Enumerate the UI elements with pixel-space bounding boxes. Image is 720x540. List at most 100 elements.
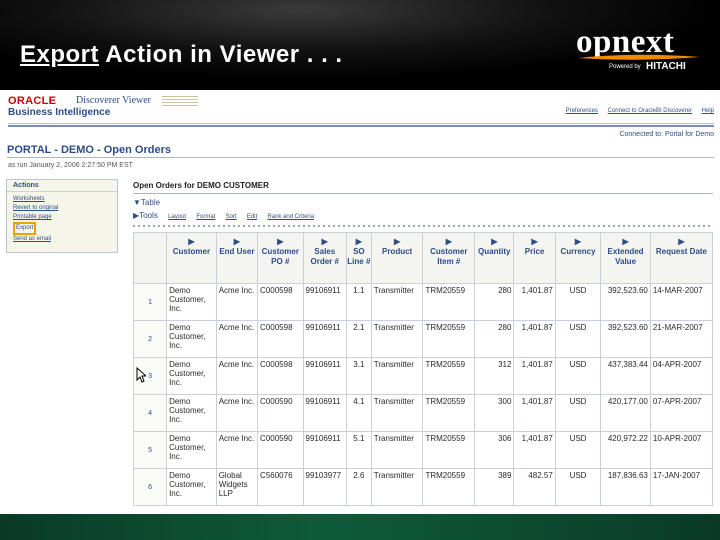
column-header[interactable]: ▶ Sales Order # [302,232,347,284]
product-subtitle: Business Intelligence [8,107,111,118]
tool-rank-link[interactable]: Rank and Criteria [267,214,314,220]
divider [8,125,714,127]
sort-triangle-icon: ▶ [445,237,452,246]
run-timestamp: as run January 2, 2006 2:27:50 PM EST [8,162,133,169]
row-number: 1 [132,283,168,321]
table-cell: TRM20559 [422,468,476,506]
logo-hitachi: HITACHI [646,61,686,72]
help-link[interactable]: Help [702,108,714,114]
sort-triangle-icon: ▶ [678,237,685,246]
table-cell: Demo Customer, Inc. [166,283,217,321]
table-cell: C000590 [257,394,304,432]
table-cell: 5.1 [345,431,372,469]
table-cell: USD [554,394,602,432]
table-row: 4 Demo Customer, Inc. Acme Inc. C000590 9910… [132,394,714,432]
column-header[interactable]: ▶ End User [215,232,259,284]
row-number: 2 [132,320,168,358]
report-title: Open Orders for DEMO CUSTOMER [133,181,269,190]
column-header-label: Extended Value [607,247,644,266]
column-header-label: Price [524,247,545,256]
column-header[interactable]: ▶ Price [513,232,556,284]
table-cell: C000598 [257,283,304,321]
column-header[interactable]: ▶ Request Date [649,232,714,284]
table-cell: 280 [474,320,515,358]
table-cell: 1.1 [345,283,372,321]
table-cell: Transmitter [370,357,424,395]
table-cell: Global Widgets LLP [215,468,259,506]
table-cell: TRM20559 [422,394,476,432]
column-header[interactable]: ▶ Customer PO # [257,232,304,284]
table-cell: Transmitter [370,468,424,506]
tools-bar: ▶Tools Layout Format Sort Edit Rank and … [133,211,314,220]
table-cell: TRM20559 [422,320,476,358]
table-cell: USD [554,431,602,469]
column-header-label: Request Date [655,247,707,256]
table-toggle[interactable]: ▼Table [133,198,160,207]
column-header[interactable]: ▶ Product [370,232,424,284]
table-cell: 04-APR-2007 [649,357,714,395]
tool-layout-link[interactable]: Layout [168,214,186,220]
table-cell: 1,401.87 [513,357,556,395]
column-header[interactable]: ▶ Customer Item # [422,232,476,284]
table-cell: Demo Customer, Inc. [166,320,217,358]
row-number: 4 [132,394,168,432]
slide-title-underlined: Export [20,41,100,68]
global-links: Preferences Connect to OracleBI Discover… [558,108,714,114]
table-cell: Acme Inc. [215,394,259,432]
sort-triangle-icon: ▶ [491,237,498,246]
preferences-link[interactable]: Preferences [566,108,598,114]
row-number: 5 [132,431,168,469]
table-cell: 99106911 [302,320,347,358]
connect-link[interactable]: Connect to OracleBI Discoverer [608,108,692,114]
table-cell: 1,401.87 [513,431,556,469]
column-header-label: Customer Item # [430,247,468,266]
table-cell: USD [554,283,602,321]
column-header-label: Customer PO # [261,247,299,266]
tools-label[interactable]: Tools [139,211,158,220]
table-cell: Transmitter [370,394,424,432]
table-row: 5 Demo Customer, Inc. Acme Inc. C000590 9910… [132,431,714,469]
header-decoration [162,96,198,106]
product-name: Discoverer Viewer [76,95,152,106]
actions-title: Actions [7,180,117,192]
table-cell: Demo Customer, Inc. [166,431,217,469]
table-cell: Acme Inc. [215,283,259,321]
tool-edit-link[interactable]: Edit [247,214,257,220]
column-header-label: Currency [560,247,596,256]
orders-table: ▶ Customer ▶ End User ▶ Customer PO # ▶ Sales O… [132,232,714,506]
table-cell: 420,177.00 [600,394,651,432]
table-cell: 187,836.63 [600,468,651,506]
row-number: 6 [132,468,168,506]
actions-panel: Actions Worksheets Revert to original Pr… [6,179,118,253]
table-cell: 392,523.60 [600,320,651,358]
tool-sort-link[interactable]: Sort [226,214,237,220]
action-revert[interactable]: Revert to original [13,204,111,213]
table-cell: Transmitter [370,431,424,469]
table-cell: 21-MAR-2007 [649,320,714,358]
table-cell: 306 [474,431,515,469]
action-send-email[interactable]: Send as email [13,235,111,244]
slide-title: Export Action in Viewer . . . [20,41,343,69]
column-header[interactable]: ▶ Extended Value [600,232,651,284]
table-cell: 99106911 [302,357,347,395]
divider [8,123,714,124]
tool-format-link[interactable]: Format [196,214,215,220]
action-export[interactable]: Export [13,222,37,235]
table-cell: 3.1 [345,357,372,395]
table-cell: C000590 [257,431,304,469]
table-cell: 99106911 [302,283,347,321]
column-header[interactable]: ▶ SO Line # [345,232,372,284]
column-header-label: Quantity [478,247,511,256]
table-cell: C560076 [257,468,304,506]
table-cell: 482.57 [513,468,556,506]
table-cell: Acme Inc. [215,357,259,395]
column-header[interactable]: ▶ Currency [554,232,602,284]
column-header[interactable]: ▶ Customer [166,232,217,284]
table-header-row: ▶ Customer ▶ End User ▶ Customer PO # ▶ Sales O… [132,232,714,284]
table-cell: 389 [474,468,515,506]
action-printable-page[interactable]: Printable page [13,213,111,222]
action-worksheets[interactable]: Worksheets [13,195,111,204]
table-cell: 392,523.60 [600,283,651,321]
column-header-label: Product [381,247,413,256]
column-header[interactable]: ▶ Quantity [474,232,515,284]
